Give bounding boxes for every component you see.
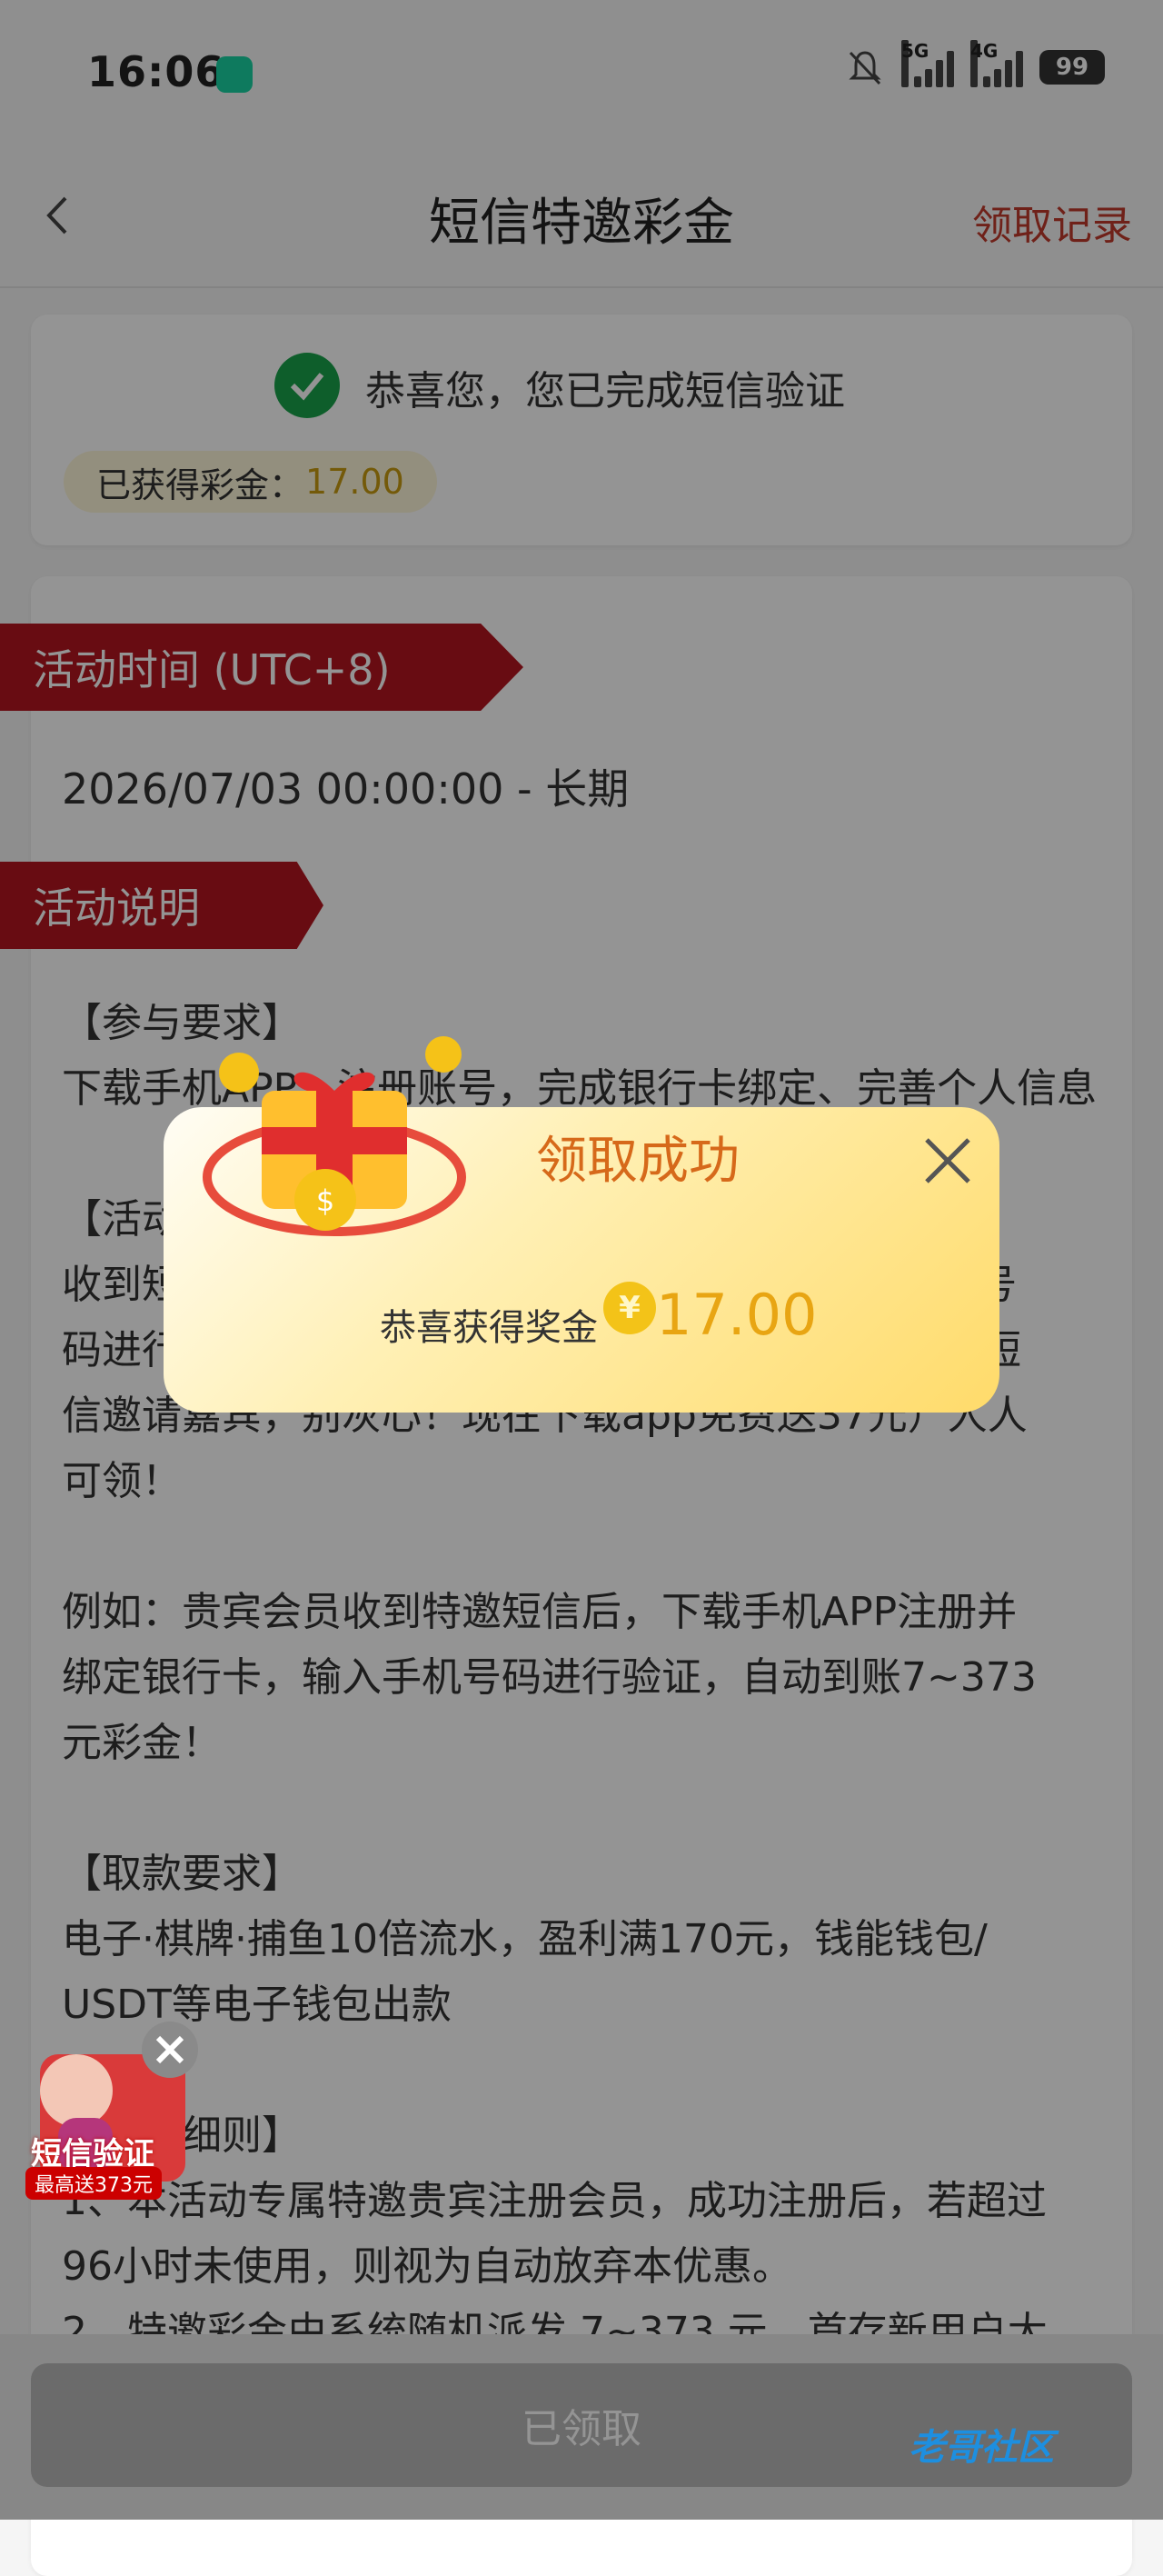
promo-close-icon[interactable] bbox=[142, 2022, 198, 2078]
gift-box-icon: $ bbox=[203, 1036, 466, 1236]
popup-amount: 17.00 bbox=[656, 1282, 818, 1348]
watermark-logo: 老哥社区 bbox=[909, 2427, 1054, 2469]
close-icon[interactable] bbox=[918, 1131, 978, 1191]
popup-message: 恭喜获得奖金 bbox=[380, 1307, 598, 1349]
svg-text:$: $ bbox=[316, 1183, 334, 1218]
promo-subtitle[interactable]: 最高送373元 bbox=[25, 2167, 162, 2200]
popup-title: 领取成功 bbox=[536, 1132, 740, 1191]
yen-coin-icon: ¥ bbox=[603, 1282, 656, 1334]
